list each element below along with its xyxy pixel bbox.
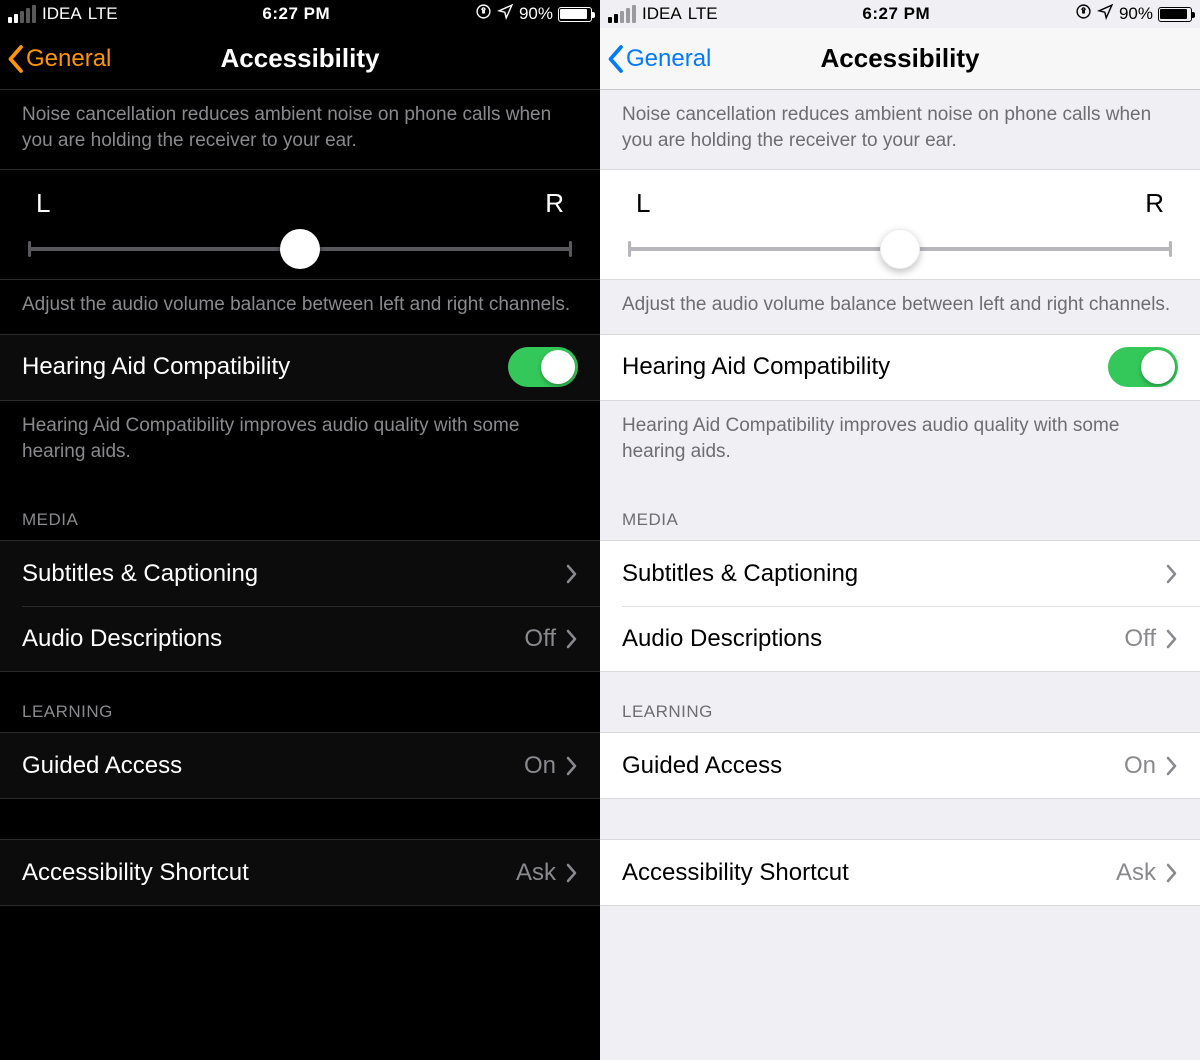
lock-rotation-icon	[475, 3, 492, 25]
carrier-label: IDEA	[42, 4, 82, 24]
accessibility-shortcut-cell[interactable]: Accessibility Shortcut Ask	[0, 840, 600, 905]
accessibility-shortcut-value: Ask	[516, 859, 556, 887]
hearing-aid-cell[interactable]: Hearing Aid Compatibility	[0, 335, 600, 400]
audio-descriptions-value: Off	[1124, 625, 1156, 653]
balance-left-label: L	[636, 188, 650, 219]
chevron-left-icon	[606, 44, 624, 74]
slider-thumb[interactable]	[880, 229, 920, 269]
chevron-right-icon	[566, 629, 578, 649]
status-time: 6:27 PM	[862, 4, 930, 24]
guided-access-value: On	[524, 752, 556, 780]
audio-balance-slider[interactable]	[630, 247, 1170, 251]
battery-icon	[1158, 7, 1192, 22]
battery-icon	[558, 7, 592, 22]
subtitles-label: Subtitles & Captioning	[22, 560, 258, 588]
page-title: Accessibility	[221, 43, 380, 74]
hearing-aid-label: Hearing Aid Compatibility	[22, 353, 290, 381]
chevron-right-icon	[566, 756, 578, 776]
audio-descriptions-value: Off	[524, 625, 556, 653]
carrier-label: IDEA	[642, 4, 682, 24]
settings-content: Noise cancellation reduces ambient noise…	[0, 90, 600, 1060]
audio-descriptions-cell[interactable]: Audio Descriptions Off	[0, 606, 600, 671]
audio-descriptions-cell[interactable]: Audio Descriptions Off	[600, 606, 1200, 671]
media-header: MEDIA	[600, 480, 1200, 540]
audio-balance-slider[interactable]	[30, 247, 570, 251]
balance-right-label: R	[1145, 188, 1164, 219]
chevron-right-icon	[1166, 564, 1178, 584]
status-time: 6:27 PM	[262, 4, 330, 24]
hearing-aid-toggle[interactable]	[508, 347, 578, 387]
noise-cancellation-description: Noise cancellation reduces ambient noise…	[0, 90, 600, 169]
hearing-aid-cell[interactable]: Hearing Aid Compatibility	[600, 335, 1200, 400]
accessibility-shortcut-value: Ask	[1116, 859, 1156, 887]
accessibility-shortcut-label: Accessibility Shortcut	[22, 859, 249, 887]
nav-bar: General Accessibility	[600, 28, 1200, 90]
lock-rotation-icon	[1075, 3, 1092, 25]
chevron-right-icon	[1166, 629, 1178, 649]
balance-right-label: R	[545, 188, 564, 219]
audio-balance-cell: L R	[600, 170, 1200, 279]
guided-access-label: Guided Access	[622, 752, 782, 780]
guided-access-value: On	[1124, 752, 1156, 780]
phone-dark: IDEA LTE 6:27 PM 90% General Accessibili…	[0, 0, 600, 1060]
back-button[interactable]: General	[6, 44, 111, 74]
hearing-aid-toggle[interactable]	[1108, 347, 1178, 387]
noise-cancellation-description: Noise cancellation reduces ambient noise…	[600, 90, 1200, 169]
battery-pct: 90%	[1119, 4, 1153, 24]
signal-icon	[8, 5, 36, 23]
back-label: General	[626, 45, 711, 73]
signal-icon	[608, 5, 636, 23]
network-label: LTE	[688, 4, 718, 24]
hearing-aid-description: Hearing Aid Compatibility improves audio…	[0, 401, 600, 480]
subtitles-cell[interactable]: Subtitles & Captioning	[0, 541, 600, 606]
status-bar: IDEA LTE 6:27 PM 90%	[600, 0, 1200, 28]
subtitles-label: Subtitles & Captioning	[622, 560, 858, 588]
guided-access-cell[interactable]: Guided Access On	[600, 733, 1200, 798]
battery-pct: 90%	[519, 4, 553, 24]
back-label: General	[26, 45, 111, 73]
chevron-right-icon	[566, 564, 578, 584]
subtitles-cell[interactable]: Subtitles & Captioning	[600, 541, 1200, 606]
nav-bar: General Accessibility	[0, 28, 600, 90]
accessibility-shortcut-label: Accessibility Shortcut	[622, 859, 849, 887]
audio-descriptions-label: Audio Descriptions	[622, 625, 822, 653]
learning-header: LEARNING	[600, 672, 1200, 732]
hearing-aid-label: Hearing Aid Compatibility	[622, 353, 890, 381]
media-header: MEDIA	[0, 480, 600, 540]
learning-header: LEARNING	[0, 672, 600, 732]
network-label: LTE	[88, 4, 118, 24]
hearing-aid-description: Hearing Aid Compatibility improves audio…	[600, 401, 1200, 480]
guided-access-label: Guided Access	[22, 752, 182, 780]
settings-content: Noise cancellation reduces ambient noise…	[600, 90, 1200, 1060]
balance-description: Adjust the audio volume balance between …	[0, 280, 600, 334]
guided-access-cell[interactable]: Guided Access On	[0, 733, 600, 798]
slider-thumb[interactable]	[280, 229, 320, 269]
status-bar: IDEA LTE 6:27 PM 90%	[0, 0, 600, 28]
chevron-left-icon	[6, 44, 24, 74]
phone-light: IDEA LTE 6:27 PM 90% General Accessibili…	[600, 0, 1200, 1060]
chevron-right-icon	[566, 863, 578, 883]
location-icon	[1097, 3, 1114, 25]
location-icon	[497, 3, 514, 25]
audio-descriptions-label: Audio Descriptions	[22, 625, 222, 653]
back-button[interactable]: General	[606, 44, 711, 74]
audio-balance-cell: L R	[0, 170, 600, 279]
balance-description: Adjust the audio volume balance between …	[600, 280, 1200, 334]
accessibility-shortcut-cell[interactable]: Accessibility Shortcut Ask	[600, 840, 1200, 905]
chevron-right-icon	[1166, 756, 1178, 776]
page-title: Accessibility	[821, 43, 980, 74]
chevron-right-icon	[1166, 863, 1178, 883]
balance-left-label: L	[36, 188, 50, 219]
